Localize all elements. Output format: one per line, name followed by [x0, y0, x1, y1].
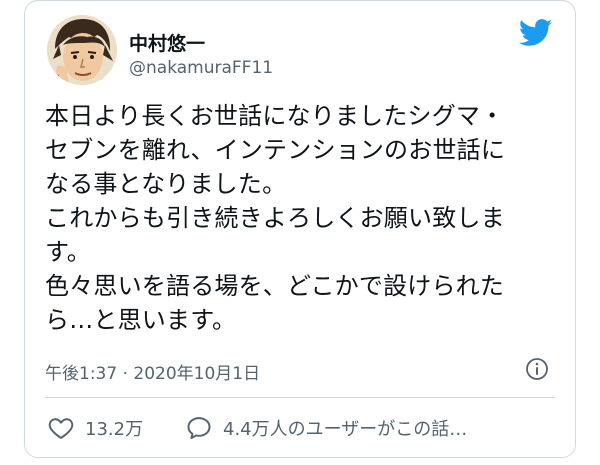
tweet-text-line: セブンを離れ、インテンションのお世話に: [45, 136, 506, 164]
like-button[interactable]: 13.2万: [47, 413, 143, 443]
tweet-text-line: ら…と思います。: [45, 306, 237, 334]
conversation-button[interactable]: 4.4万人のユーザーがこの話…: [185, 413, 467, 443]
tweet-text-line: す。: [45, 238, 91, 266]
tweet-text-line: これからも引き続きよろしくお願い致しま: [45, 204, 505, 232]
tweet-text-line: なる事となりました。: [45, 170, 287, 198]
avatar-illustration: [47, 15, 117, 85]
divider: [45, 397, 555, 398]
avatar[interactable]: [47, 15, 117, 85]
tweet-text: 本日より長くお世話になりましたシグマ・ セブンを離れ、インテンションのお世話に …: [45, 99, 559, 337]
speech-bubble-icon: [187, 417, 211, 440]
heart-icon: [48, 418, 74, 439]
tweet-text-line: 色々思いを語る場を、どこかで設けられた: [45, 272, 505, 300]
tweet-card[interactable]: 中村悠一 @nakamuraFF11 本日より長くお世話になりましたシグマ・ セ…: [24, 0, 576, 458]
info-icon[interactable]: [525, 357, 549, 381]
author-display-name[interactable]: 中村悠一: [129, 29, 205, 56]
tweet-text-line: 本日より長くお世話になりましたシグマ・: [45, 102, 505, 130]
conversation-summary: 4.4万人のユーザーがこの話…: [223, 419, 468, 440]
like-count: 13.2万: [85, 419, 144, 440]
tweet-timestamp[interactable]: 午後1:37 · 2020年10月1日: [45, 359, 260, 384]
author-handle[interactable]: @nakamuraFF11: [129, 58, 273, 78]
twitter-bird-icon[interactable]: [519, 19, 553, 47]
